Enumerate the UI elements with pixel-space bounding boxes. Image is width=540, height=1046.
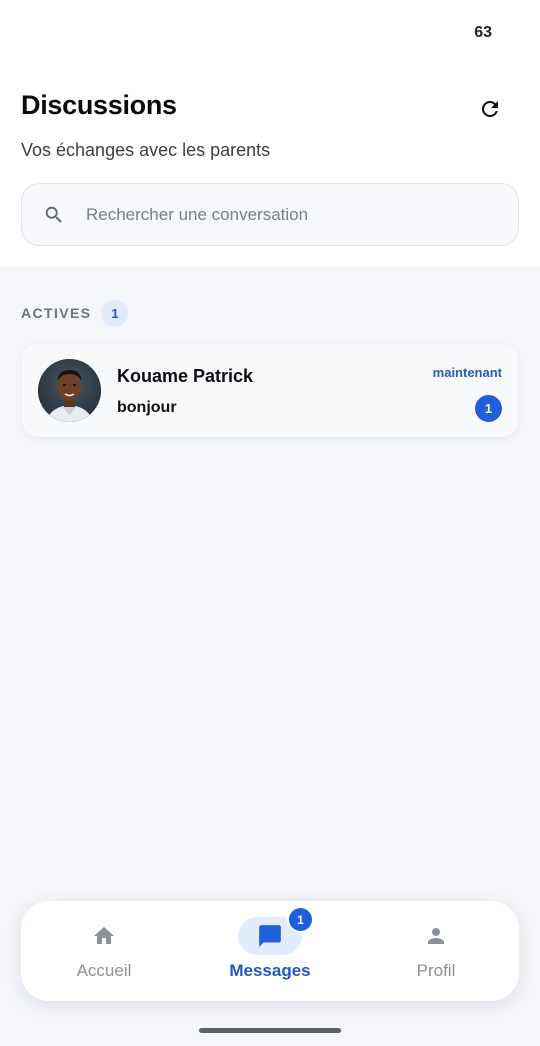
- message-timestamp: maintenant: [432, 365, 502, 380]
- person-icon: [428, 928, 444, 944]
- page-title: Discussions: [21, 90, 177, 120]
- chat-bubble-icon: [259, 925, 281, 947]
- discussions-screen: 63 Discussions Vos échanges avec les par…: [0, 0, 540, 1046]
- section-count-badge: 1: [101, 299, 129, 327]
- last-message-preview: bonjour: [117, 399, 177, 416]
- battery-level: 63: [474, 24, 492, 41]
- section-label: ACTIVES: [21, 305, 92, 321]
- refresh-button[interactable]: [472, 91, 508, 127]
- search-input[interactable]: [86, 204, 486, 225]
- home-icon: [94, 927, 114, 944]
- section-header-actives: ACTIVES 1: [21, 299, 129, 327]
- conversation-item[interactable]: Kouame Patrick bonjour maintenant 1: [22, 344, 518, 437]
- header-area: 63 Discussions Vos échanges avec les par…: [0, 0, 540, 267]
- nav-label-profil: Profil: [416, 961, 456, 980]
- home-indicator[interactable]: [199, 1028, 341, 1033]
- nav-tab-messages[interactable]: 1 Messages: [187, 901, 353, 1001]
- nav-label-messages: Messages: [229, 961, 311, 980]
- contact-name: Kouame Patrick: [117, 366, 254, 386]
- refresh-icon: [482, 101, 498, 117]
- search-icon: [45, 206, 62, 223]
- page-subtitle: Vos échanges avec les parents: [21, 140, 271, 160]
- nav-tab-profil[interactable]: Profil: [353, 901, 519, 1001]
- nav-label-accueil: Accueil: [76, 961, 132, 980]
- search-bar[interactable]: [21, 183, 519, 246]
- avatar: [38, 359, 101, 422]
- nav-tab-accueil[interactable]: Accueil: [21, 901, 187, 1001]
- unread-count-badge: 1: [475, 395, 502, 422]
- bottom-navigation: Accueil 1 Messages Profil: [21, 901, 519, 1001]
- status-bar: 63: [0, 0, 540, 60]
- messages-badge: 1: [287, 906, 314, 933]
